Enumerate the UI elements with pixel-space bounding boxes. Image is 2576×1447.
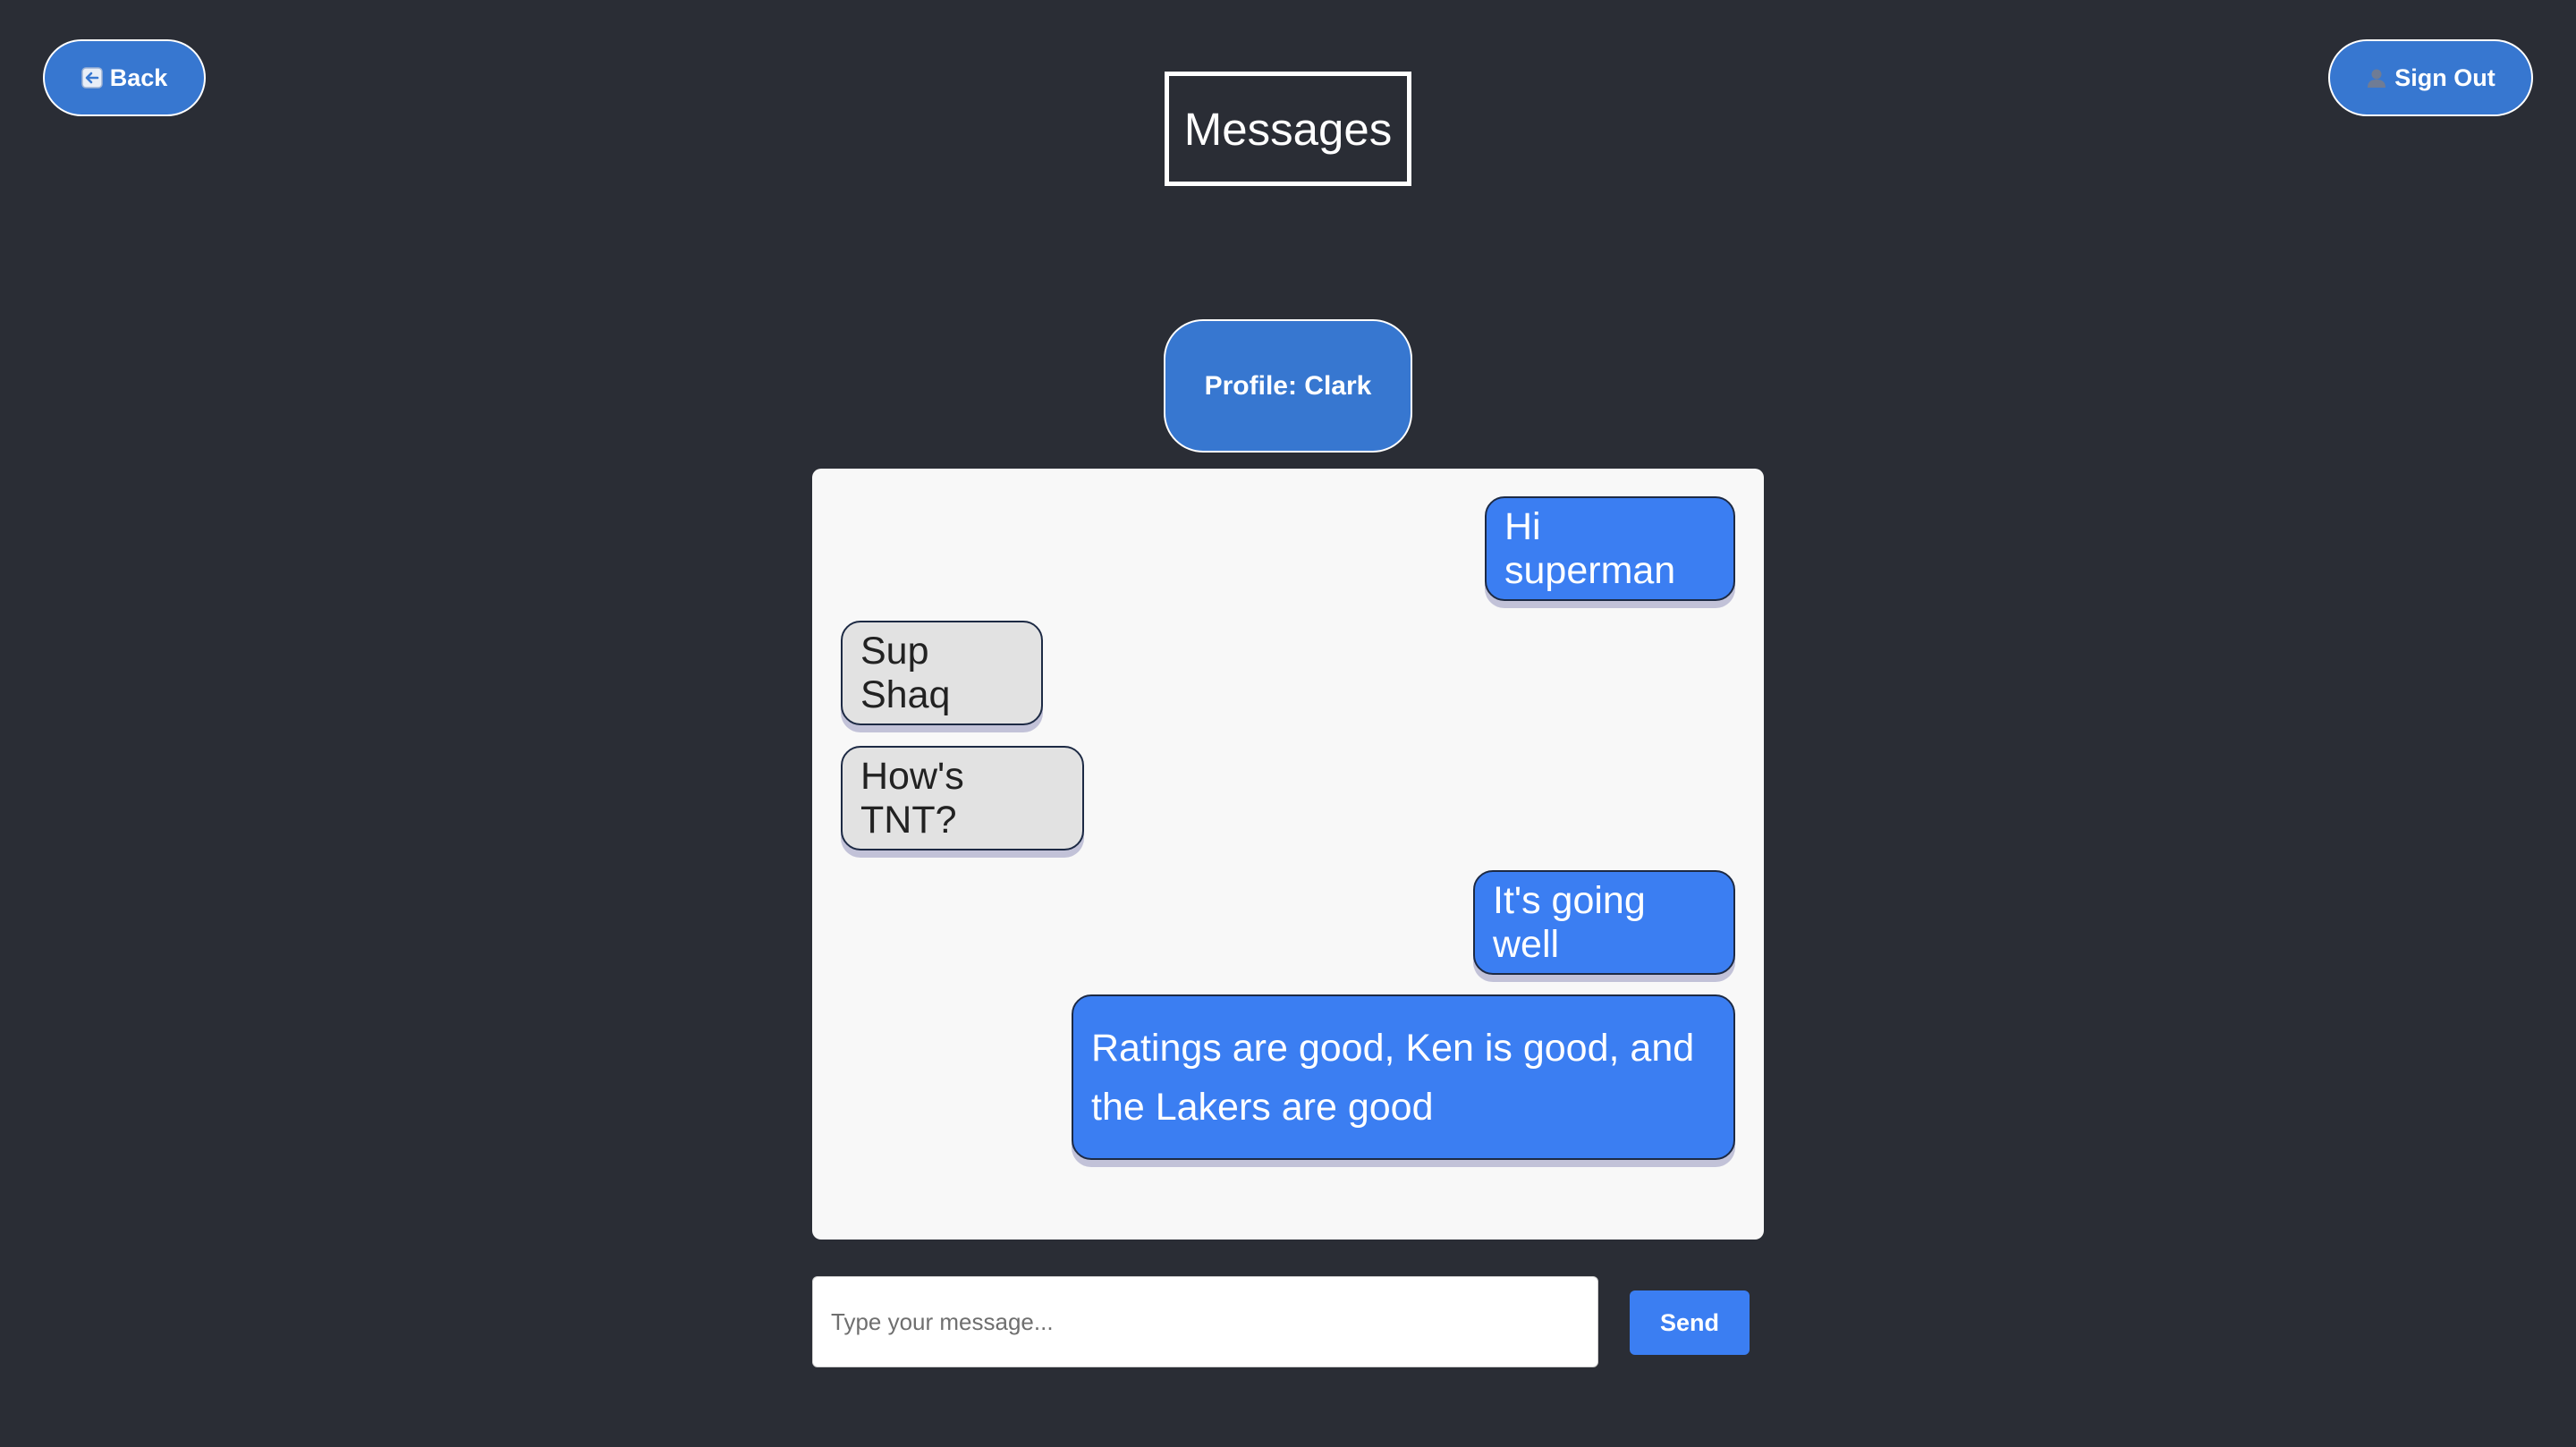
message-text: Hi superman: [1504, 504, 1676, 592]
message-input[interactable]: [812, 1276, 1598, 1367]
message-bubble-sent: It's going well: [1473, 870, 1735, 975]
back-label: Back: [109, 63, 168, 91]
sign-out-button[interactable]: Sign Out: [2328, 39, 2533, 116]
message-bubble-sent: Ratings are good, Ken is good, and the L…: [1072, 994, 1735, 1160]
back-button[interactable]: Back: [43, 39, 206, 116]
profile-button[interactable]: Profile: Clark: [1164, 319, 1412, 453]
message-bubble-received: How's TNT?: [841, 746, 1084, 850]
message-bubble-received: Sup Shaq: [841, 621, 1043, 725]
chat-panel: Hi superman Sup Shaq How's TNT? It's goi…: [812, 469, 1764, 1240]
send-button[interactable]: Send: [1630, 1290, 1750, 1355]
back-arrow-icon: [80, 67, 103, 89]
message-text: How's TNT?: [860, 754, 964, 842]
message-text: Sup Shaq: [860, 629, 951, 716]
message-text: Ratings are good, Ken is good, and the L…: [1091, 1026, 1695, 1129]
sign-out-label: Sign Out: [2394, 63, 2496, 91]
page-title: Messages: [1165, 72, 1411, 186]
message-bubble-sent: Hi superman: [1485, 496, 1735, 601]
user-silhouette-icon: [2366, 67, 2387, 89]
message-text: It's going well: [1493, 878, 1646, 966]
